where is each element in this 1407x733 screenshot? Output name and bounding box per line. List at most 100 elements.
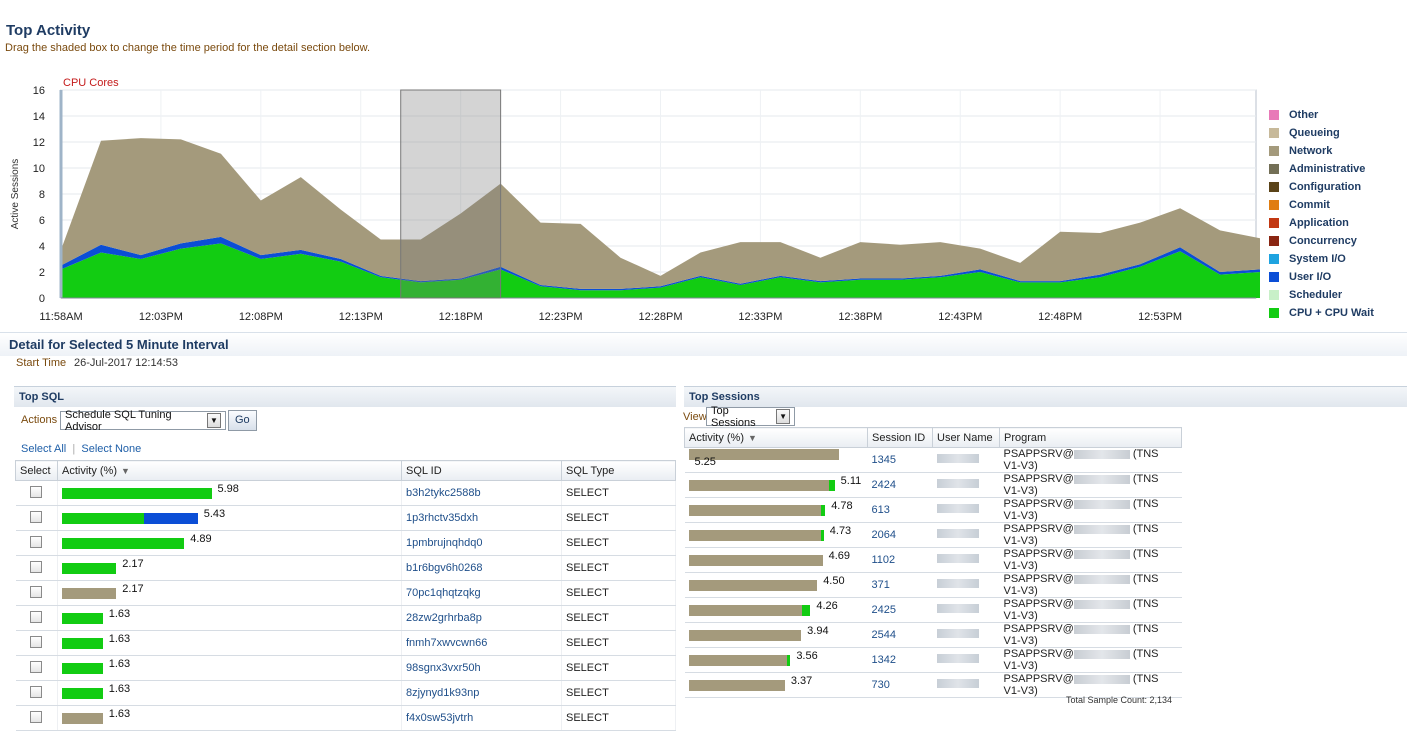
redacted-user-name: [936, 554, 979, 563]
actions-select[interactable]: Schedule SQL Tuning Advisor ▼: [60, 409, 226, 433]
session-id-link[interactable]: 2425: [872, 604, 896, 616]
session-activity-column-header[interactable]: Activity (%) ▼: [684, 427, 868, 448]
session-id-cell: 371: [867, 572, 933, 598]
select-all-link[interactable]: Select All: [21, 443, 66, 455]
row-checkbox[interactable]: [30, 610, 43, 623]
row-checkbox[interactable]: [30, 710, 43, 723]
activity-column-header[interactable]: Activity (%) ▼: [57, 460, 402, 481]
activity-value: 1.63: [108, 658, 131, 670]
sql-id-link[interactable]: f4x0sw53jvtrh: [406, 712, 473, 724]
session-id-link[interactable]: 613: [872, 504, 890, 516]
select-none-link[interactable]: Select None: [81, 443, 141, 455]
program-prefix: PSAPPSRV@: [1003, 573, 1074, 585]
session-id-cell: 1345: [867, 447, 933, 473]
legend-item[interactable]: Other: [1269, 106, 1374, 124]
session-bar-network: [688, 629, 802, 641]
sql-row: 4.89 1pmbrujnqhdq0 SELECT: [15, 530, 676, 556]
session-id-column-header[interactable]: Session ID: [867, 427, 933, 448]
legend-swatch: [1269, 308, 1279, 318]
legend-item[interactable]: System I/O: [1269, 250, 1374, 268]
activity-value: 1.63: [108, 683, 131, 695]
legend-item[interactable]: Configuration: [1269, 178, 1374, 196]
sql-id-link[interactable]: b1r6bgv6h0268: [406, 562, 482, 574]
sql-type-column-header[interactable]: SQL Type: [561, 460, 676, 481]
user-name-column-header[interactable]: User Name: [932, 427, 1000, 448]
session-id-link[interactable]: 1342: [872, 654, 896, 666]
redacted-user-name: [936, 579, 979, 588]
session-id-link[interactable]: 2544: [872, 629, 896, 641]
chevron-down-icon[interactable]: ▼: [776, 409, 790, 424]
chevron-down-icon[interactable]: ▼: [206, 413, 221, 428]
session-row: 3.37 730 PSAPPSRV@ (TNS V1-V3): [684, 672, 1182, 698]
session-bar-network: [688, 479, 829, 491]
sql-id-column-header[interactable]: SQL ID: [401, 460, 562, 481]
sql-row: 1.63 8zjynyd1k93np SELECT: [15, 680, 676, 706]
session-activity-value: 4.69: [828, 550, 851, 562]
sql-id-link[interactable]: 1pmbrujnqhdq0: [406, 537, 482, 549]
sql-id-cell: b3h2tykc2588b: [401, 480, 562, 506]
top-sessions-title: Top Sessions: [689, 391, 760, 403]
redacted-host: [1073, 649, 1130, 659]
row-checkbox[interactable]: [30, 660, 43, 673]
go-button[interactable]: Go: [228, 410, 257, 431]
row-checkbox[interactable]: [30, 535, 43, 548]
session-id-link[interactable]: 2424: [872, 479, 896, 491]
time-selection-box[interactable]: [400, 89, 502, 299]
row-checkbox[interactable]: [30, 585, 43, 598]
redacted-host: [1073, 599, 1130, 609]
sql-id-link[interactable]: b3h2tykc2588b: [406, 487, 481, 499]
sql-id-link[interactable]: 98sgnx3vxr50h: [406, 662, 481, 674]
redacted-user-name: [936, 654, 979, 663]
select-cell: [15, 605, 58, 631]
activity-bar-network: [62, 712, 103, 724]
session-id-link[interactable]: 2064: [872, 529, 896, 541]
legend-item[interactable]: CPU + CPU Wait: [1269, 304, 1374, 322]
row-checkbox[interactable]: [30, 510, 43, 523]
session-activity-cell: 4.73: [684, 522, 868, 548]
session-id-link[interactable]: 1345: [872, 454, 896, 466]
x-tick-label: 12:23PM: [539, 311, 583, 323]
session-row: 3.94 2544 PSAPPSRV@ (TNS V1-V3): [684, 622, 1182, 648]
user-name-cell: [932, 572, 1000, 598]
row-checkbox[interactable]: [30, 685, 43, 698]
sql-id-link[interactable]: 1p3rhctv35dxh: [406, 512, 478, 524]
session-id-cell: 2424: [867, 472, 933, 498]
session-bar-network: [688, 529, 821, 541]
legend-item[interactable]: Administrative: [1269, 160, 1374, 178]
legend-item[interactable]: Queueing: [1269, 124, 1374, 142]
top-activity-chart[interactable]: 0 2 4 6 8 10 12 14 16 11:58AM 12:03PM 12:08PM 12:13P…: [0, 72, 1262, 328]
sql-type-cell: SELECT: [561, 480, 676, 506]
program-column-header[interactable]: Program: [999, 427, 1182, 448]
sql-id-link[interactable]: 70pc1qhqtzqkg: [406, 587, 481, 599]
program-prefix: PSAPPSRV@: [1003, 623, 1074, 635]
legend-item[interactable]: Scheduler: [1269, 286, 1374, 304]
legend-item[interactable]: Application: [1269, 214, 1374, 232]
x-tick-label: 12:28PM: [638, 311, 682, 323]
program-prefix: PSAPPSRV@: [1003, 673, 1074, 685]
top-sql-header: Top SQL: [14, 386, 676, 407]
redacted-user-name: [936, 529, 979, 538]
sql-type-cell: SELECT: [561, 580, 676, 606]
sql-id-link[interactable]: 8zjynyd1k93np: [406, 687, 479, 699]
activity-bar-cpu: [62, 487, 212, 499]
session-activity-value: 4.73: [829, 525, 852, 537]
row-checkbox[interactable]: [30, 560, 43, 573]
legend-item[interactable]: Network: [1269, 142, 1374, 160]
row-checkbox[interactable]: [30, 485, 43, 498]
program-cell: PSAPPSRV@ (TNS V1-V3): [999, 547, 1182, 573]
sql-id-link[interactable]: fnmh7xwvcwn66: [406, 637, 487, 649]
session-id-link[interactable]: 730: [872, 679, 890, 691]
session-id-cell: 2064: [867, 522, 933, 548]
session-activity-value: 5.25: [694, 456, 716, 468]
session-id-link[interactable]: 1102: [872, 554, 896, 566]
session-bar-cpu: [787, 654, 791, 666]
legend-item[interactable]: User I/O: [1269, 268, 1374, 286]
session-bar-network: [688, 504, 821, 516]
session-id-link[interactable]: 371: [872, 579, 890, 591]
row-checkbox[interactable]: [30, 635, 43, 648]
legend-item[interactable]: Concurrency: [1269, 232, 1374, 250]
view-select[interactable]: Top Sessions ▼: [706, 405, 795, 429]
sql-id-link[interactable]: 28zw2grhrba8p: [406, 612, 482, 624]
sql-id-cell: 1pmbrujnqhdq0: [401, 530, 562, 556]
legend-item[interactable]: Commit: [1269, 196, 1374, 214]
